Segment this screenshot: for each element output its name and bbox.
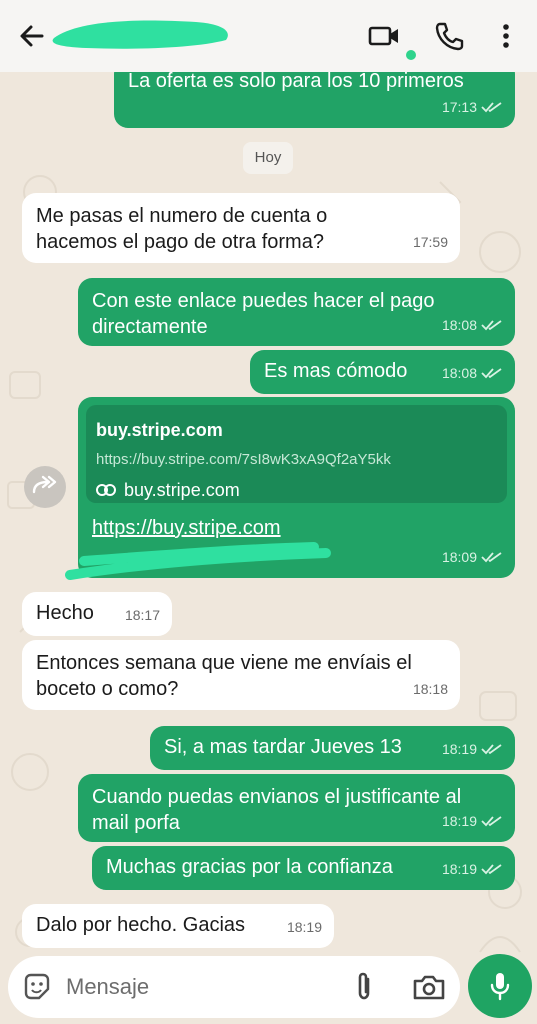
message-time: 18:08: [441, 365, 477, 381]
read-ticks-icon: [481, 864, 502, 875]
message-text: Muchas gracias por la confianza: [106, 856, 393, 878]
read-ticks-icon: [481, 320, 502, 331]
message-bubble[interactable]: Es mas cómodo 18:08: [250, 350, 515, 394]
link-preview-url: https://buy.stripe.com/7sI8wK3xA9Qf2aY5k…: [96, 451, 391, 468]
contact-name-redaction[interactable]: [46, 14, 236, 54]
message-time: 18:09: [441, 549, 477, 565]
message-bubble[interactable]: Muchas gracias por la confianza 18:19: [92, 846, 515, 890]
message-time: 18:18: [412, 681, 448, 697]
message-meta: 18:19: [442, 856, 503, 882]
message-meta: 18:18: [413, 676, 448, 702]
message-composer[interactable]: Mensaje: [8, 956, 460, 1018]
message-time: 18:19: [441, 741, 477, 757]
read-ticks-icon: [481, 816, 502, 827]
day-separator-chip: Hoy: [243, 142, 293, 174]
back-arrow-icon[interactable]: [14, 18, 50, 54]
chat-header: [0, 0, 537, 72]
message-meta: 18:09: [442, 544, 503, 570]
message-text: Hecho: [36, 602, 94, 624]
message-text: Entonces semana que viene me envíais el …: [36, 652, 412, 700]
emoji-sticker-icon[interactable]: [22, 972, 52, 1002]
message-meta: 18:17: [125, 602, 160, 628]
message-text: Me pasas el numero de cuenta o hacemos e…: [36, 205, 328, 253]
message-bubble[interactable]: Cuando puedas envianos el justificante a…: [78, 774, 515, 842]
message-time: 18:19: [441, 861, 477, 877]
link-preview-title: buy.stripe.com: [96, 420, 223, 440]
message-time: 18:08: [441, 317, 477, 333]
read-ticks-icon: [481, 102, 502, 113]
message-time: 18:17: [124, 607, 160, 623]
message-text: Con este enlace puedes hacer el pago dir…: [92, 290, 435, 338]
message-bubble[interactable]: Si, a mas tardar Jueves 13 18:19: [150, 726, 515, 770]
message-meta: 18:08: [442, 360, 503, 386]
microphone-icon: [490, 973, 510, 1001]
message-meta: 18:19: [442, 808, 503, 834]
message-time: 17:13: [441, 99, 477, 115]
link-icon: [96, 484, 116, 496]
forward-icon: [32, 475, 57, 494]
message-time: 18:19: [286, 919, 322, 935]
message-bubble[interactable]: Dalo por hecho. Gacias 18:19: [22, 904, 334, 948]
message-time: 18:19: [441, 813, 477, 829]
message-text: Cuando puedas envianos el justificante a…: [92, 786, 462, 834]
microphone-button[interactable]: [468, 954, 532, 1018]
message-bubble[interactable]: Entonces semana que viene me envíais el …: [22, 640, 460, 710]
message-text: Dalo por hecho. Gacias: [36, 914, 246, 936]
read-ticks-icon: [481, 744, 502, 755]
more-options-icon[interactable]: [494, 18, 518, 54]
message-bubble[interactable]: Con este enlace puedes hacer el pago dir…: [78, 278, 515, 346]
message-bubble[interactable]: Hecho 18:17: [22, 592, 172, 636]
link-preview-card[interactable]: buy.stripe.com https://buy.stripe.com/7s…: [86, 405, 507, 503]
message-text: Es mas cómodo: [264, 360, 408, 382]
message-meta: 17:13: [442, 94, 503, 120]
message-bubble[interactable]: Me pasas el numero de cuenta o hacemos e…: [22, 193, 460, 263]
link-message-bubble[interactable]: buy.stripe.com https://buy.stripe.com/7s…: [65, 397, 515, 580]
message-meta: 18:08: [442, 312, 503, 338]
message-meta: 18:19: [287, 914, 322, 940]
video-call-icon[interactable]: [366, 18, 402, 54]
online-indicator: [406, 50, 416, 60]
message-meta: 18:19: [442, 736, 503, 762]
message-link[interactable]: https://buy.stripe.com: [92, 515, 281, 541]
link-preview-domain-row: buy.stripe.com: [96, 477, 240, 503]
message-meta: 17:59: [413, 229, 448, 255]
voice-call-icon[interactable]: [431, 18, 467, 54]
camera-icon[interactable]: [412, 972, 446, 1002]
read-ticks-icon: [481, 552, 502, 563]
message-time: 17:59: [412, 234, 448, 250]
attach-icon[interactable]: [350, 971, 378, 1003]
read-ticks-icon: [481, 368, 502, 379]
link-preview-domain: buy.stripe.com: [124, 480, 240, 500]
message-text: Si, a mas tardar Jueves 13: [164, 736, 402, 758]
forward-button[interactable]: [24, 466, 66, 508]
message-input-placeholder[interactable]: Mensaje: [66, 974, 149, 1000]
link-redaction-scribble: [65, 542, 331, 580]
